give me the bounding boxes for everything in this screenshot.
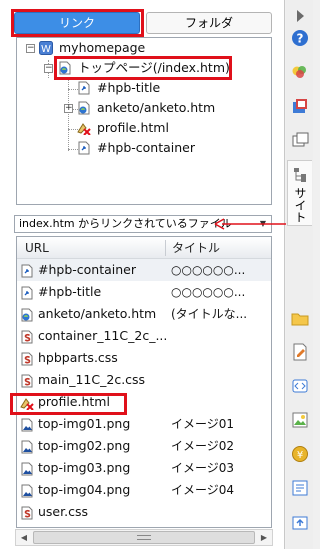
upload-icon[interactable] xyxy=(290,512,310,532)
help-icon[interactable]: ? xyxy=(290,28,310,48)
row-url: user.css xyxy=(38,504,88,519)
list-row[interactable]: top-img01.png イメージ01 xyxy=(17,413,271,435)
tree-root-node[interactable]: − W myhomepage xyxy=(17,38,271,58)
row-title: イメージ04 xyxy=(171,483,235,497)
edit-page-icon[interactable] xyxy=(290,342,310,362)
list-row[interactable]: top-img03.png イメージ03 xyxy=(17,457,271,479)
tab-folder[interactable]: フォルダ xyxy=(146,12,272,34)
image-file-icon xyxy=(20,461,34,476)
folder-icon[interactable] xyxy=(290,308,310,328)
row-url: main_11C_2c.css xyxy=(38,372,146,387)
svg-text:?: ? xyxy=(297,32,304,46)
code-icon[interactable] xyxy=(290,376,310,396)
row-title: イメージ03 xyxy=(171,461,235,475)
side-tab-label: サイト xyxy=(293,187,307,223)
svg-text:W: W xyxy=(41,44,51,55)
tree-child-node[interactable]: #hpb-container xyxy=(17,138,271,158)
image-file-icon xyxy=(20,483,34,498)
row-url: #hpb-container xyxy=(38,262,137,277)
color-palette-icon[interactable] xyxy=(290,62,310,82)
column-divider[interactable] xyxy=(165,240,166,256)
scrollbar-thumb[interactable] xyxy=(33,531,255,544)
list-row[interactable]: top-img04.png イメージ04 xyxy=(17,479,271,501)
tree-child-label: #hpb-title xyxy=(97,80,161,95)
list-row[interactable]: #hpb-title ○○○○○○... xyxy=(17,281,271,303)
row-url: top-img01.png xyxy=(38,416,131,431)
row-title: ○○○○○○... xyxy=(171,263,246,277)
yen-coin-icon[interactable]: ¥ xyxy=(290,444,310,464)
list-row[interactable]: user.css xyxy=(17,501,271,523)
image-file-icon xyxy=(20,417,34,432)
linked-file-list[interactable]: URL タイトル #hpb-container ○○○○○○... #hpb-tit… xyxy=(16,236,272,528)
list-header: URL タイトル xyxy=(17,237,271,259)
row-url: container_11C_2c_... xyxy=(38,328,168,343)
css-file-icon xyxy=(20,351,34,366)
site-link-panel: リンク フォルダ − W myhomepage − トップページ(/index.… xyxy=(0,0,303,549)
scroll-right-icon[interactable]: ▶ xyxy=(257,531,271,544)
web-page-icon xyxy=(20,307,34,322)
list-row[interactable]: main_11C_2c.css xyxy=(17,369,271,391)
horizontal-scrollbar[interactable]: ◀ ▶ xyxy=(15,529,273,546)
column-header-url[interactable]: URL xyxy=(25,237,49,259)
highlight-box-link-tab xyxy=(11,9,144,37)
row-title: イメージ02 xyxy=(171,439,235,453)
tree-child-label: profile.html xyxy=(97,120,169,135)
list-row[interactable]: #hpb-container ○○○○○○... xyxy=(17,259,271,281)
site-side-tab[interactable]: サイト xyxy=(287,160,312,226)
svg-text:¥: ¥ xyxy=(297,450,303,461)
row-title: ○○○○○○... xyxy=(171,285,246,299)
row-url: top-img04.png xyxy=(38,482,131,497)
page-link-icon xyxy=(20,285,34,300)
image-file-icon xyxy=(20,439,34,454)
scroll-left-icon[interactable]: ◀ xyxy=(17,531,31,544)
collapse-icon[interactable]: − xyxy=(26,44,35,53)
page-link-icon xyxy=(77,81,91,95)
list-row[interactable]: anketo/anketo.htm (タイトルな... xyxy=(17,303,271,325)
list-row[interactable]: top-img02.png イメージ02 xyxy=(17,435,271,457)
collapse-icon[interactable]: − xyxy=(44,64,53,73)
page-link-icon xyxy=(77,141,91,155)
highlight-box-profile xyxy=(10,393,127,415)
tree-child-label: anketo/anketo.htm xyxy=(97,100,216,115)
grip-icon xyxy=(137,535,151,540)
form-icon[interactable] xyxy=(290,478,310,498)
parts-icon[interactable] xyxy=(290,96,310,116)
page-link-icon xyxy=(20,263,34,278)
expand-panel-icon[interactable] xyxy=(290,6,310,26)
windows-icon[interactable] xyxy=(290,130,310,150)
broken-link-icon xyxy=(77,121,91,136)
link-filter-value: index.htm からリンクされているファイル xyxy=(19,217,232,230)
tree-child-label: #hpb-container xyxy=(97,140,196,155)
row-url: top-img02.png xyxy=(38,438,131,453)
web-page-icon xyxy=(77,101,91,115)
row-url: top-img03.png xyxy=(38,460,131,475)
tree-child-node[interactable]: profile.html xyxy=(17,118,271,138)
site-tree-icon xyxy=(293,167,307,186)
row-title: (タイトルな... xyxy=(171,307,248,321)
tree-child-node[interactable]: #hpb-title xyxy=(17,78,271,98)
right-toolbar: ? サイト ¥ xyxy=(286,0,313,549)
css-file-icon xyxy=(20,373,34,388)
row-url: #hpb-title xyxy=(38,284,102,299)
row-url: anketo/anketo.htm xyxy=(38,306,157,321)
image-edit-icon[interactable] xyxy=(290,410,310,430)
site-root-icon: W xyxy=(39,41,53,55)
link-tree[interactable]: − W myhomepage − トップページ(/index.htm) #hpb… xyxy=(16,37,272,205)
expand-icon[interactable]: + xyxy=(64,104,73,113)
list-row[interactable]: container_11C_2c_... xyxy=(17,325,271,347)
tree-child-node[interactable]: + anketo/anketo.htm xyxy=(17,98,271,118)
column-header-title[interactable]: タイトル xyxy=(172,237,220,259)
css-file-icon xyxy=(20,505,34,520)
row-title: イメージ01 xyxy=(171,417,235,431)
list-row[interactable]: hpbparts.css xyxy=(17,347,271,369)
row-url: hpbparts.css xyxy=(38,350,118,365)
highlight-box-page xyxy=(54,56,232,80)
css-file-icon xyxy=(20,329,34,344)
tree-root-label: myhomepage xyxy=(59,40,146,55)
